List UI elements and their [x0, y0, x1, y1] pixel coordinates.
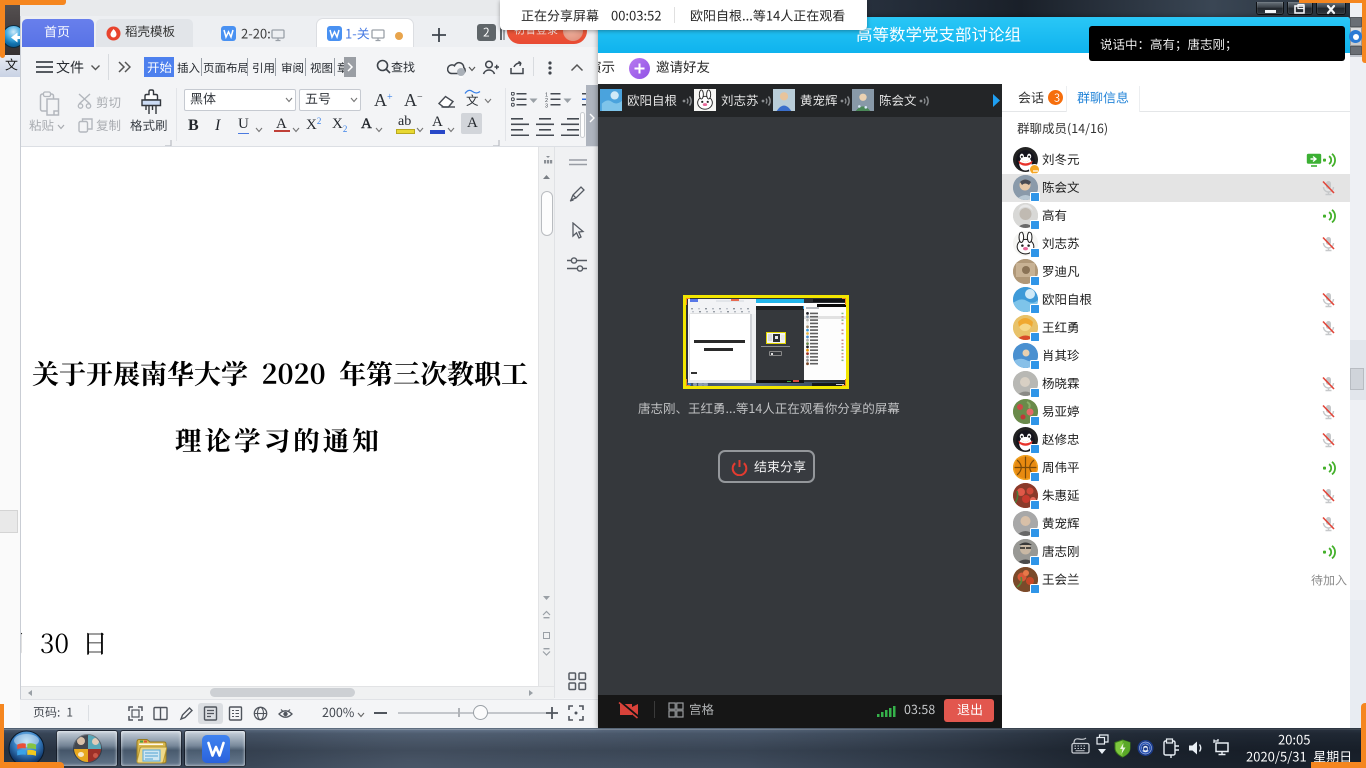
svg-text:3: 3	[545, 104, 548, 109]
